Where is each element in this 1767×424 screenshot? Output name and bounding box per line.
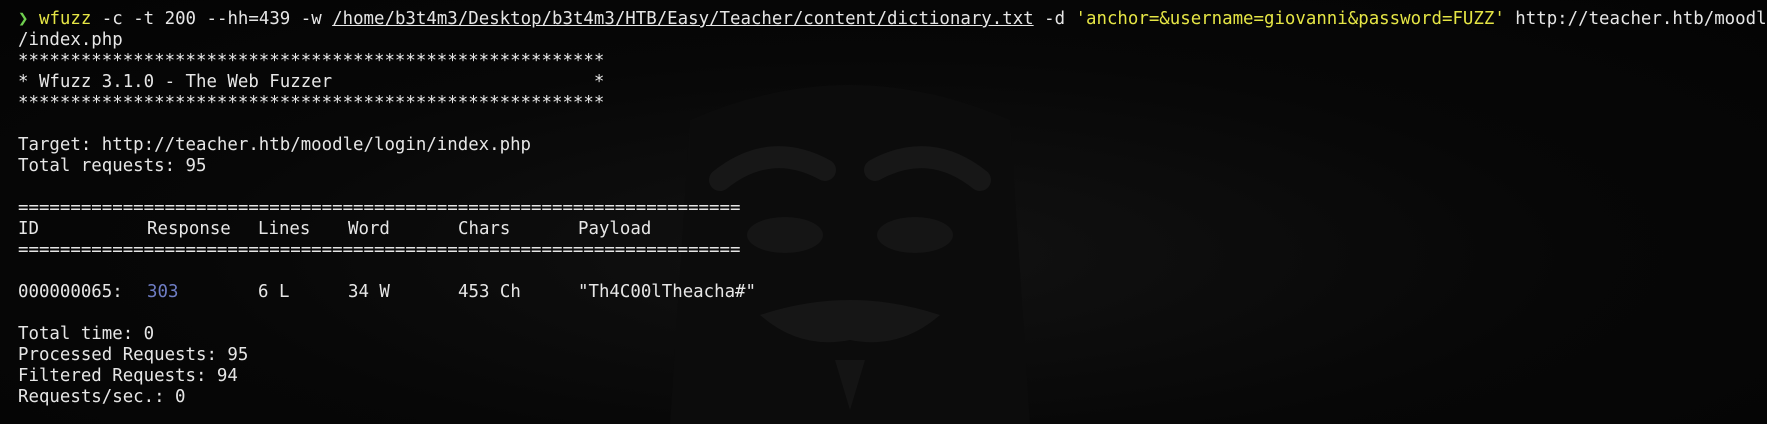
command-options: -c -t 200 --hh=439 -w	[91, 9, 333, 29]
post-data-string: 'anchor=&username=giovanni&password=FUZZ…	[1075, 9, 1505, 29]
row-id: 000000065:	[18, 282, 123, 302]
banner-title: * Wfuzz 3.1.0 - The Web Fuzzer *	[18, 72, 605, 92]
summary-processed: Processed Requests: 95	[18, 345, 249, 365]
summary-filtered: Filtered Requests: 94	[18, 366, 238, 386]
header-lines: Lines	[258, 219, 311, 239]
terminal-output: ❯ wfuzz -c -t 200 --hh=439 -w /home/b3t4…	[18, 9, 1767, 408]
target-line: Target: http://teacher.htb/moodle/login/…	[18, 135, 532, 155]
command-url: http://teacher.htb/moodle/login	[1515, 9, 1767, 29]
row-response-code: 303	[147, 282, 179, 302]
prompt-arrow-icon: ❯	[18, 9, 29, 29]
row-chars: 453 Ch	[458, 282, 521, 302]
row-word: 34 W	[348, 282, 390, 302]
header-payload: Payload	[578, 219, 652, 239]
summary-total-time: Total time: 0	[18, 324, 155, 344]
summary-rate: Requests/sec.: 0	[18, 387, 186, 407]
wordlist-path[interactable]: /home/b3t4m3/Desktop/b3t4m3/HTB/Easy/Tea…	[332, 9, 1034, 29]
total-requests-line: Total requests: 95	[18, 156, 207, 176]
header-id: ID	[18, 219, 39, 239]
header-response: Response	[147, 219, 231, 239]
command-line: ❯ wfuzz -c -t 200 --hh=439 -w /home/b3t4…	[18, 9, 1767, 30]
table-separator-bottom: ========================================…	[18, 240, 741, 260]
table-row: 000000065: 303 6 L 34 W 453 Ch "Th4C00lTheach…	[18, 282, 1761, 303]
banner-border-bottom: ****************************************…	[18, 93, 605, 113]
command-data-flag: -d	[1033, 9, 1076, 29]
terminal-window[interactable]: ❯ wfuzz -c -t 200 --hh=439 -w /home/b3t4…	[0, 0, 1767, 424]
banner-border-top: ****************************************…	[18, 51, 605, 71]
table-separator-top: ========================================…	[18, 198, 741, 218]
header-chars: Chars	[458, 219, 511, 239]
table-header: ID Response Lines Word Chars Payload	[18, 219, 1761, 240]
command-line-wrap: /index.php	[18, 30, 123, 50]
row-lines: 6 L	[258, 282, 290, 302]
header-word: Word	[348, 219, 390, 239]
row-payload: "Th4C00lTheacha#"	[578, 282, 756, 302]
command-program: wfuzz	[38, 9, 92, 29]
